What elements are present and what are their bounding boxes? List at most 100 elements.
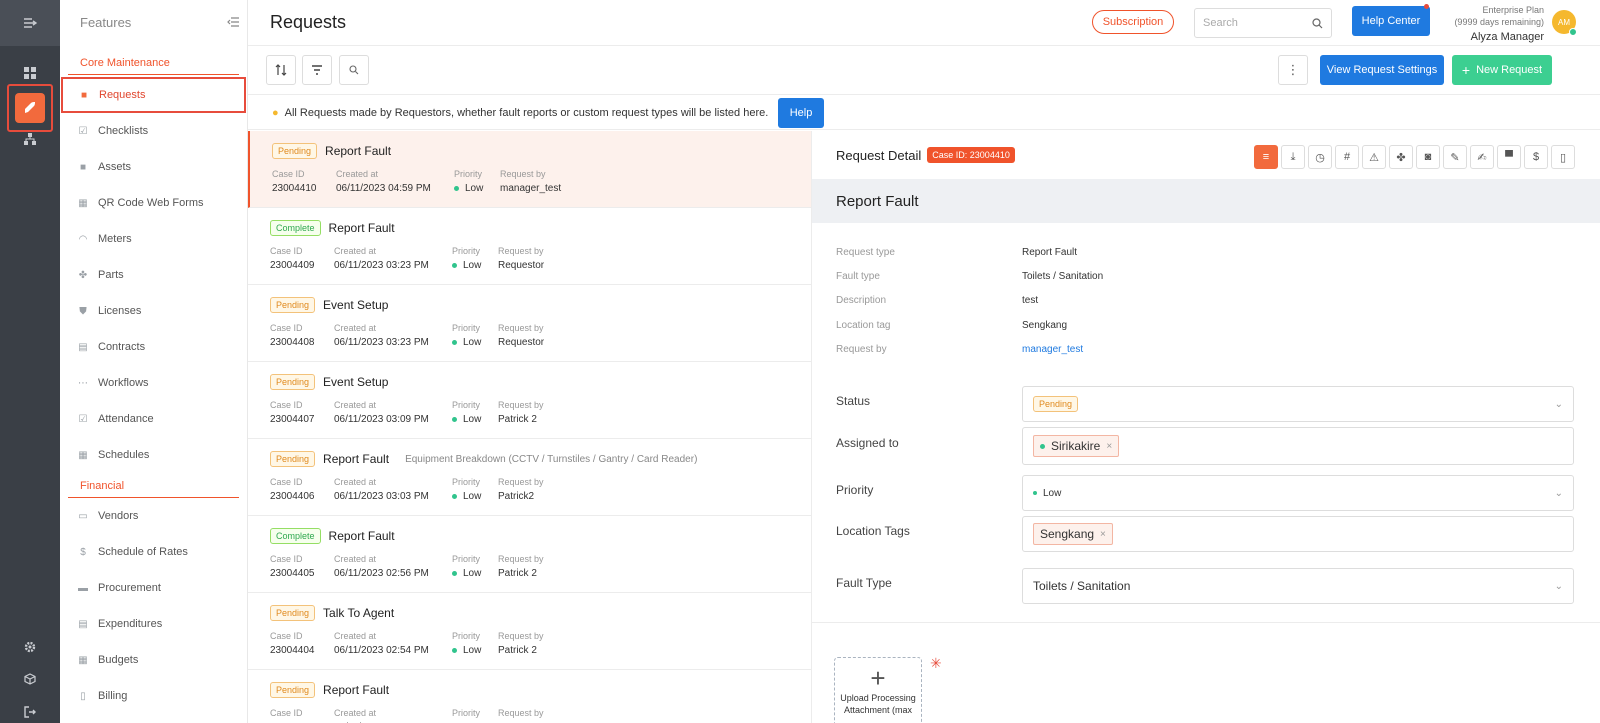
sidebar-item-licenses[interactable]: ⛊ Licenses [60, 293, 247, 329]
request-row[interactable]: Pending Event Setup Case ID Created at Prior… [248, 285, 811, 362]
request-type-banner: Report Fault [812, 179, 1600, 223]
rail-collapse-button[interactable] [0, 0, 60, 46]
schedule-icon: ▦ [78, 449, 88, 461]
priority-label: Priority [452, 708, 481, 718]
remove-tag-icon[interactable]: × [1100, 529, 1106, 540]
sidebar-item-meters[interactable]: ◠ Meters [60, 221, 247, 257]
sidebar-item-label: Schedule of Rates [98, 546, 188, 558]
sidebar-item-label: Requests [99, 89, 146, 101]
sidebar-item-qr-code-web-forms[interactable]: ▦ QR Code Web Forms [60, 185, 247, 221]
sidebar-item-vendors[interactable]: ▭ Vendors [60, 498, 247, 534]
alert-button[interactable]: ⚠ [1362, 145, 1386, 169]
request-row[interactable]: Pending Event Setup Case ID Created at Prior… [248, 362, 811, 439]
collapse-sidebar-icon[interactable] [227, 15, 239, 30]
request-row[interactable]: Pending Report Fault Case ID Created at Prio… [248, 670, 811, 723]
sidebar-item-workflows[interactable]: ⋯ Workflows [60, 365, 247, 401]
sidebar-item-billing[interactable]: ▯ Billing [60, 678, 247, 714]
search-placeholder: Search [1203, 17, 1238, 29]
request-row-header: Pending Report Fault [270, 682, 389, 698]
list-search-button[interactable] [339, 55, 369, 85]
asset-icon: ■ [79, 161, 87, 173]
plan-name: Enterprise Plan [1482, 5, 1544, 15]
sidebar-item-contracts[interactable]: ▤ Contracts [60, 329, 247, 365]
download-icon: ⤓ [1290, 150, 1296, 163]
new-request-button[interactable]: + New Request [1452, 55, 1552, 85]
request-title: Report Fault [328, 529, 395, 543]
priority-label: Priority [452, 400, 481, 410]
sidebar-item-schedules[interactable]: ▦ Schedules [60, 437, 247, 473]
priority-value: Low [452, 337, 481, 348]
dollar-icon: $ [1532, 151, 1540, 163]
sidebar-item-procurement[interactable]: ▬ Procurement [60, 570, 247, 606]
hash-button[interactable]: # [1335, 145, 1359, 169]
sidebar-item-parts[interactable]: ✤ Parts [60, 257, 247, 293]
remove-tag-icon[interactable]: × [1106, 441, 1112, 452]
case-id-label: Case ID [270, 554, 303, 564]
location-tags-label: Location Tags [836, 524, 910, 538]
vendor-button[interactable]: ▀ [1497, 145, 1521, 169]
sidebar-item-checklists[interactable]: ☑ Checklists [60, 113, 247, 149]
sidebar-item-requests[interactable]: ■ Requests [61, 77, 246, 113]
new-request-label: New Request [1476, 64, 1543, 76]
edit-button[interactable]: ✎ [1443, 145, 1467, 169]
sidebar-item-budgets[interactable]: ▦ Budgets [60, 642, 247, 678]
sidebar-item-expenditures[interactable]: ▤ Expenditures [60, 606, 247, 642]
cube-icon[interactable] [0, 670, 60, 688]
sidebar-item-label: Workflows [98, 377, 149, 389]
sidebar-item-assets[interactable]: ■ Assets [60, 149, 247, 185]
cost-button[interactable]: $ [1524, 145, 1548, 169]
created-at-value: 06/11/2023 03:03 PM [334, 491, 429, 502]
details-view-button[interactable]: ≡ [1254, 145, 1278, 169]
sidebar-item-label: Procurement [98, 582, 161, 594]
request-row[interactable]: Complete Report Fault Case ID Created at Pri… [248, 516, 811, 593]
request-row[interactable]: Complete Report Fault Case ID Created at Pri… [248, 208, 811, 285]
puzzle-icon: ✤ [1396, 151, 1406, 164]
search-input[interactable]: Search [1194, 8, 1332, 38]
request-by-label: Request by [498, 400, 544, 410]
request-by-link[interactable]: manager_test [1022, 344, 1083, 355]
view-request-settings-button[interactable]: View Request Settings [1320, 55, 1444, 85]
more-options-button[interactable]: ⋮ [1278, 55, 1308, 85]
priority-label: Priority [452, 323, 481, 333]
dashboard-icon[interactable] [0, 64, 60, 82]
fault-type-label: Fault Type [836, 576, 892, 590]
subscription-button[interactable]: Subscription [1092, 10, 1174, 34]
request-row[interactable]: Pending Talk To Agent Case ID Created at Pri… [248, 593, 811, 670]
request-row[interactable]: Pending Report Fault Case ID Created at Prio… [248, 131, 811, 208]
org-chart-icon[interactable] [0, 130, 60, 148]
help-center-button[interactable]: Help Center [1352, 6, 1430, 36]
upload-attachment-button[interactable]: + Upload Processing Attachment (max [834, 657, 922, 723]
parts-button[interactable]: ✤ [1389, 145, 1413, 169]
logout-icon[interactable] [0, 703, 60, 721]
priority-select[interactable]: Low ⌄ [1022, 475, 1574, 511]
settings-gear-icon[interactable] [0, 638, 60, 656]
sidebar-item-label: Billing [98, 690, 128, 702]
warning-icon: ⚠ [1369, 151, 1379, 164]
location-tags-select[interactable]: Sengkang × [1022, 516, 1574, 552]
search-icon [349, 65, 359, 75]
sidebar-item-schedule-of-rates[interactable]: $ Schedule of Rates [60, 534, 247, 570]
store-icon: ▀ [1505, 151, 1513, 163]
signature-button[interactable]: ✍ [1470, 145, 1494, 169]
sidebar-item-attendance[interactable]: ☑ Attendance [60, 401, 247, 437]
history-button[interactable]: ◷ [1308, 145, 1332, 169]
download-button[interactable]: ⤓ [1281, 145, 1305, 169]
status-select[interactable]: Pending ⌄ [1022, 386, 1574, 422]
delete-button[interactable]: ▯ [1551, 145, 1575, 169]
sort-button[interactable] [266, 55, 296, 85]
fault-type-select[interactable]: Toilets / Sanitation ⌄ [1022, 568, 1574, 604]
request-by-value: Patrick 2 [498, 414, 537, 425]
assigned-to-select[interactable]: Sirikakire × [1022, 427, 1574, 465]
created-at-label: Created at [334, 246, 377, 256]
priority-label: Priority [452, 477, 481, 487]
workflow-icon: ⋯ [78, 377, 88, 389]
rail-maintenance-button[interactable] [7, 84, 53, 132]
help-button[interactable]: Help [778, 98, 824, 128]
request-row[interactable]: Pending Report Fault Equipment Breakdown (… [248, 439, 811, 516]
request-row-header: Pending Event Setup [270, 297, 388, 313]
icon-rail [0, 0, 60, 723]
sidebar-item-label: Meters [98, 233, 132, 245]
camera-button[interactable]: ◙ [1416, 145, 1440, 169]
created-at-value: 06/11/2023 03:09 PM [334, 414, 429, 425]
filter-button[interactable] [302, 55, 332, 85]
